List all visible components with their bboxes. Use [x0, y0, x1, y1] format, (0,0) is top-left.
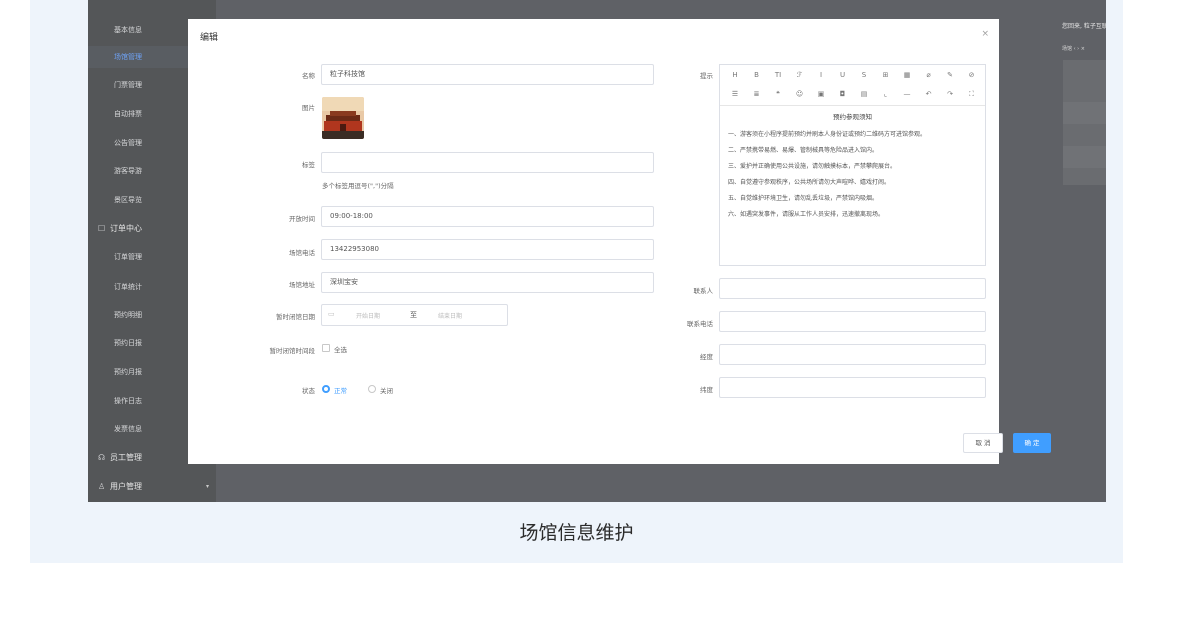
- name-field[interactable]: 粒子科技馆: [321, 64, 654, 85]
- editor-toolbar-button-icon[interactable]: H: [728, 68, 742, 83]
- editor-line: 一、游客须在小程序提前预约并刷本人身份证或预约二维码方可进馆参观。: [728, 131, 927, 138]
- tab-strip[interactable]: 场馆 ‹ › ×: [1062, 45, 1085, 52]
- editor-toolbar-button-icon[interactable]: ⊘: [965, 68, 979, 83]
- editor-heading: 预约参观须知: [833, 113, 872, 121]
- toolbar-divider: [720, 105, 985, 106]
- screenshot-frame: 基本信息 场馆管理 门票管理 自动排票 公告管理 游客导游 景区导览 ☐ 订单中心…: [88, 0, 1106, 502]
- editor-line: 三、爱护并正确使用公共设施，请勿触摸标本，严禁攀爬展台。: [728, 163, 897, 170]
- date-separator: 至: [410, 311, 417, 319]
- editor-toolbar-button-icon[interactable]: S: [857, 68, 871, 83]
- closed-dates-label: 暂时闭馆日期: [276, 313, 315, 321]
- status-closed-label: 关闭: [380, 387, 393, 395]
- editor-toolbar-button-icon[interactable]: ↶: [922, 87, 936, 102]
- status-normal-label[interactable]: 正常: [334, 385, 347, 395]
- latitude-field[interactable]: [719, 377, 986, 398]
- name-label: 名称: [302, 72, 315, 80]
- phone-field[interactable]: 13422953080: [321, 239, 654, 260]
- contact-phone-field[interactable]: [719, 311, 986, 332]
- status-radio-normal[interactable]: [322, 385, 330, 393]
- tags-label: 标签: [302, 161, 315, 169]
- page-caption: 场馆信息维护: [519, 522, 634, 544]
- editor-line: 六、如遇突发事件，请服从工作人员安排，迅速撤离现场。: [728, 211, 885, 218]
- tips-label: 提示: [700, 72, 713, 80]
- contact-field[interactable]: [719, 278, 986, 299]
- sidebar-group-label: 员工管理: [110, 453, 142, 462]
- editor-toolbar-button-icon[interactable]: ☺: [793, 87, 807, 102]
- select-all-label: 全选: [334, 346, 347, 354]
- editor-toolbar-button-icon[interactable]: ◘: [836, 87, 850, 102]
- open-time-field[interactable]: 09:00-18:00: [321, 206, 654, 227]
- editor-toolbar-button-icon[interactable]: ☰: [728, 87, 742, 102]
- editor-toolbar-button-icon[interactable]: ⊞: [879, 68, 893, 83]
- editor-toolbar-button-icon[interactable]: ▦: [900, 68, 914, 83]
- latitude-label: 纬度: [700, 386, 713, 394]
- editor-toolbar-button-icon[interactable]: ❝: [771, 87, 785, 102]
- closed-period-label: 暂时闭馆时间段: [269, 347, 316, 355]
- venue-image[interactable]: [322, 97, 364, 139]
- select-all-checkbox[interactable]: [322, 344, 330, 352]
- chevron-down-icon[interactable]: ▾: [206, 483, 209, 490]
- editor-toolbar-button-icon[interactable]: B: [750, 68, 764, 83]
- contact-label: 联系人: [693, 287, 714, 295]
- editor-toolbar-button-icon[interactable]: —: [900, 87, 914, 102]
- editor-line: 五、自觉维护环境卫生，请勿乱丢垃圾，严禁馆内吸烟。: [728, 195, 879, 202]
- editor-toolbar-button-icon[interactable]: ≣: [750, 87, 764, 102]
- phone-label: 场馆电话: [289, 249, 315, 257]
- editor-toolbar-button-icon[interactable]: ▤: [857, 87, 871, 102]
- sidebar-group-users[interactable]: ♙ 用户管理: [88, 476, 216, 498]
- edit-dialog: 编辑 × 名称 粒子科技馆 图片 标签 多个标签用逗号(",")分隔 开放时间 …: [188, 19, 1051, 464]
- sidebar-group-label: 用户管理: [110, 482, 142, 491]
- longitude-label: 经度: [700, 353, 713, 361]
- user-icon: ♙: [98, 482, 106, 491]
- venue-photo-icon: [322, 97, 364, 139]
- tags-field[interactable]: [321, 152, 654, 173]
- editor-toolbar-button-icon[interactable]: TI: [771, 68, 785, 83]
- address-field[interactable]: 深圳宝安: [321, 272, 654, 293]
- sidebar-group-label: 订单中心: [110, 224, 142, 233]
- confirm-button[interactable]: 确 定: [1013, 433, 1051, 453]
- end-date-input[interactable]: 结束日期: [438, 311, 462, 320]
- start-date-input[interactable]: 开始日期: [356, 311, 380, 320]
- editor-toolbar-button-icon[interactable]: ✎: [943, 68, 957, 83]
- image-label: 图片: [302, 104, 315, 112]
- editor-toolbar-button-icon[interactable]: ⌞: [879, 87, 893, 102]
- close-icon[interactable]: ×: [981, 29, 989, 39]
- editor-toolbar-button-icon[interactable]: ⛶: [965, 87, 979, 102]
- address-label: 场馆地址: [289, 281, 315, 289]
- open-time-label: 开放时间: [289, 215, 315, 223]
- editor-toolbar-button-icon[interactable]: I: [814, 68, 828, 83]
- editor-line: 四、自觉遵守参观秩序，公共场所请勿大声喧哗、嬉戏打闹。: [728, 179, 891, 186]
- closed-date-range[interactable]: ▭ 开始日期 至 结束日期: [321, 304, 508, 326]
- staff-icon: ☊: [98, 453, 106, 462]
- editor-toolbar-button-icon[interactable]: ℱ: [793, 68, 807, 83]
- user-menu[interactable]: 您回来, 粒子互联管理员 ▾: [1062, 21, 1106, 30]
- editor-toolbar-button-icon[interactable]: ⌀: [922, 68, 936, 83]
- dialog-title: 编辑: [200, 33, 219, 43]
- contact-phone-label: 联系电话: [687, 320, 713, 328]
- editor-toolbar-button-icon[interactable]: ▣: [814, 87, 828, 102]
- tags-hint: 多个标签用逗号(",")分隔: [322, 182, 394, 190]
- editor-toolbar-button-icon[interactable]: U: [836, 68, 850, 83]
- rich-text-editor[interactable]: H B TI ℱ I U S ⊞ ▦ ⌀ ✎ ⊘ ☰ ≣ ❝ ☺ ▣ ◘ ▤ ⌞ — ↶ ↷ ⛶ 预约参观须知 一、游客须在…: [719, 64, 986, 266]
- editor-toolbar-button-icon[interactable]: ↷: [943, 87, 957, 102]
- background-panel: 基本信息 场馆管理 门票管理 自动排票 公告管理 游客导游 景区导览 ☐ 订单中心…: [30, 0, 1123, 563]
- status-label: 状态: [302, 387, 315, 395]
- longitude-field[interactable]: [719, 344, 986, 365]
- cancel-button[interactable]: 取 消: [963, 433, 1003, 453]
- background-row: [1063, 102, 1106, 124]
- editor-line: 二、严禁携带易燃、易爆、管制械具等危险品进入馆内。: [728, 147, 879, 154]
- order-icon: ☐: [98, 224, 106, 233]
- calendar-icon: ▭: [328, 310, 335, 318]
- background-row: [1063, 146, 1106, 168]
- status-radio-closed[interactable]: [368, 385, 376, 393]
